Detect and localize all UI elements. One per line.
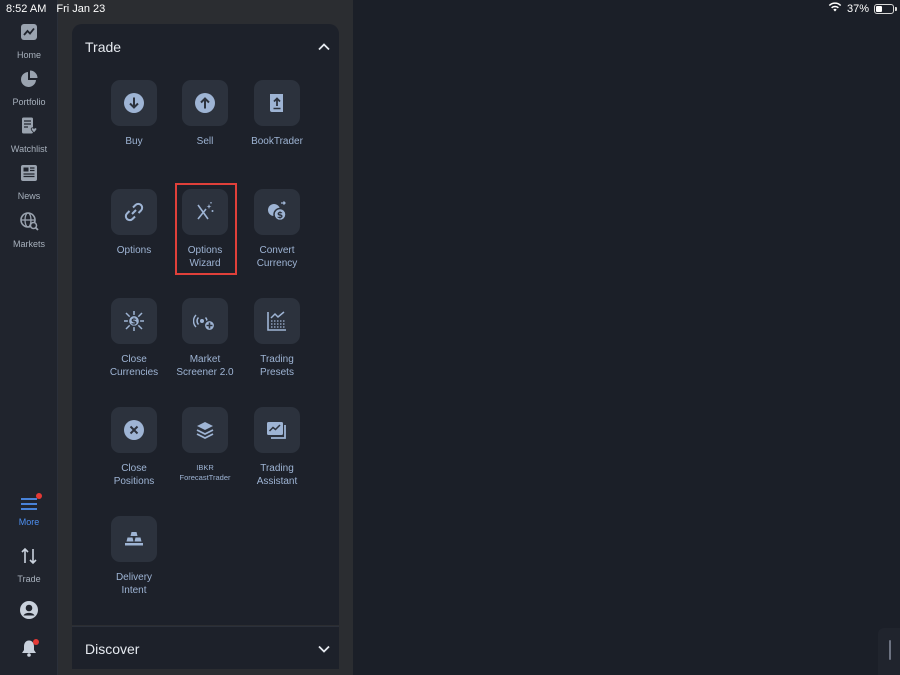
- battery-percent: 37%: [846, 2, 869, 15]
- globe-search-icon: [19, 211, 39, 236]
- tile-convert-currency[interactable]: $ Convert Currency: [247, 189, 307, 270]
- sidebar-item-home[interactable]: Home: [0, 22, 58, 60]
- sidebar-item-portfolio[interactable]: Portfolio: [0, 69, 58, 107]
- sidebar-item-label: Trade: [17, 574, 41, 584]
- sidebar-item-markets[interactable]: Markets: [0, 211, 58, 249]
- sidebar-item-label: Watchlist: [10, 144, 48, 154]
- tile-label: Market Screener 2.0: [176, 354, 234, 378]
- discover-section-header[interactable]: Discover: [85, 640, 330, 658]
- tile-label: Options Wizard: [187, 245, 223, 269]
- arrow-down-circle-icon: [111, 80, 157, 126]
- scroll-handle[interactable]: [889, 640, 891, 660]
- tile-label: Trading Presets: [260, 354, 294, 378]
- sidebar-item-news[interactable]: News: [0, 163, 58, 201]
- currency-network-icon: $: [111, 298, 157, 344]
- tile-trading-presets[interactable]: Trading Presets: [247, 298, 307, 379]
- chart-preset-icon: [254, 298, 300, 344]
- gold-bars-icon: [111, 516, 157, 562]
- trade-section: Trade Buy Sell BookTrader Options Option: [72, 24, 339, 625]
- sidebar-item-label: Home: [16, 50, 41, 60]
- tile-label: Close Currencies: [109, 354, 159, 378]
- discover-section: Discover: [72, 626, 339, 669]
- chart-window-icon: [254, 407, 300, 453]
- content-area: [353, 0, 900, 675]
- bell-icon: [19, 638, 39, 658]
- radar-plus-icon: [182, 298, 228, 344]
- section-title: Discover: [85, 641, 140, 657]
- chevron-down-icon: [318, 640, 330, 658]
- tile-label: Delivery Intent: [115, 572, 153, 596]
- sidebar-item-trade[interactable]: Trade: [0, 546, 58, 584]
- status-time: 8:52 AM: [6, 2, 47, 15]
- book-upload-icon: [254, 80, 300, 126]
- tile-label: Options: [116, 245, 152, 256]
- tile-options[interactable]: Options: [104, 189, 164, 257]
- layers-stack-icon: [182, 407, 228, 453]
- tile-trading-assistant[interactable]: Trading Assistant: [247, 407, 307, 488]
- hamburger-menu-icon: [19, 493, 42, 514]
- sidebar-item-label: More: [18, 517, 40, 527]
- notifications-button[interactable]: [0, 638, 58, 658]
- tile-label: IBKR ForecastTrader: [179, 463, 231, 482]
- tile-sell[interactable]: Sell: [175, 80, 235, 148]
- wifi-icon: [828, 2, 842, 15]
- trade-section-header[interactable]: Trade: [85, 38, 330, 56]
- up-down-arrows-icon: [19, 546, 39, 571]
- tile-close-currencies[interactable]: $ Close Currencies: [104, 298, 164, 379]
- magic-wand-icon: [182, 189, 228, 235]
- sidebar-item-label: Markets: [12, 239, 45, 249]
- sidebar-item-label: Portfolio: [12, 97, 46, 107]
- section-title: Trade: [85, 39, 122, 55]
- profile-button[interactable]: [0, 600, 58, 625]
- battery-icon: [874, 3, 897, 14]
- tile-options-wizard[interactable]: Options Wizard: [175, 189, 235, 270]
- chevron-up-icon: [318, 38, 330, 56]
- tile-ibkr-forecasttrader[interactable]: IBKR ForecastTrader: [175, 407, 235, 483]
- sidebar-item-watchlist[interactable]: Watchlist: [0, 116, 58, 154]
- notification-dot: [36, 493, 42, 499]
- sidebar-item-more[interactable]: More: [0, 493, 58, 527]
- chain-link-icon: [111, 189, 157, 235]
- user-avatar-icon: [19, 600, 39, 625]
- tile-market-screener[interactable]: Market Screener 2.0: [175, 298, 235, 379]
- home-chart-icon: [19, 22, 39, 47]
- currency-exchange-icon: $: [254, 189, 300, 235]
- status-bar: 8:52 AM Fri Jan 23 37%: [0, 0, 900, 17]
- tile-label: Close Positions: [113, 463, 155, 487]
- pie-chart-icon: [19, 69, 39, 94]
- notification-dot: [33, 639, 39, 645]
- tile-label: Sell: [196, 136, 214, 147]
- tile-label: Trading Assistant: [256, 463, 298, 487]
- tile-label: Convert Currency: [256, 245, 298, 269]
- svg-text:$: $: [277, 211, 283, 221]
- tile-label: BookTrader: [251, 136, 303, 147]
- svg-text:$: $: [131, 318, 137, 328]
- tile-close-positions[interactable]: Close Positions: [104, 407, 164, 488]
- status-date: Fri Jan 23: [56, 2, 106, 15]
- tile-label: Buy: [125, 136, 143, 147]
- arrow-up-circle-icon: [182, 80, 228, 126]
- watchlist-heart-icon: [19, 116, 39, 141]
- sidebar-item-label: News: [17, 191, 41, 201]
- x-circle-icon: [111, 407, 157, 453]
- tile-booktrader[interactable]: BookTrader: [247, 80, 307, 148]
- sidebar: Home Portfolio Watchlist News Markets Mo…: [0, 0, 58, 675]
- tile-delivery-intent[interactable]: Delivery Intent: [104, 516, 164, 597]
- newspaper-icon: [19, 163, 39, 188]
- tile-buy[interactable]: Buy: [104, 80, 164, 148]
